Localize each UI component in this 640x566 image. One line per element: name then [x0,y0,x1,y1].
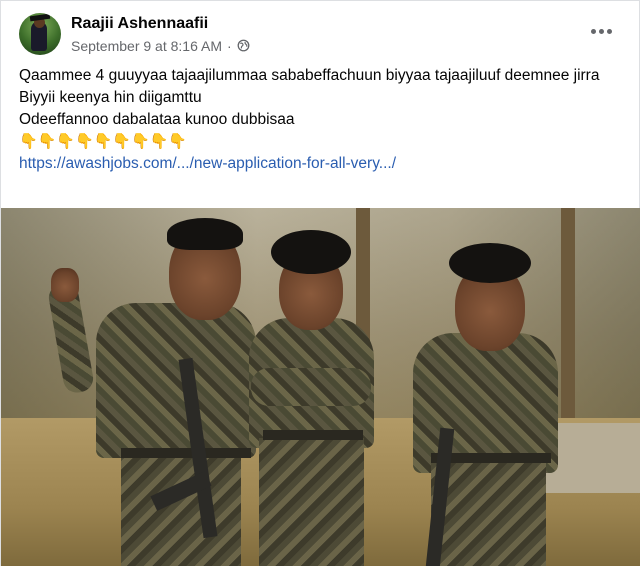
post-photo[interactable] [1,208,640,566]
post-card: Raajii Ashennaafii September 9 at 8:16 A… [0,0,640,566]
globe-icon[interactable] [237,39,250,52]
soldier-legs [259,438,364,566]
soldier-belt [263,430,363,440]
post-text: Qaammee 4 guuyyaa tajaajilummaa sababeff… [19,65,629,175]
post-line-3: Odeeffannoo dabalataa kunoo dubbisaa [19,111,295,128]
separator-dot: · [226,37,232,54]
soldier-hair [167,218,243,250]
more-options-icon[interactable] [587,21,615,41]
soldier-uniform [413,333,558,473]
soldier-hair [449,243,531,283]
author-avatar[interactable] [19,13,61,55]
post-header: Raajii Ashennaafii September 9 at 8:16 A… [19,11,250,57]
post-link[interactable]: https://awashjobs.com/.../new-applicatio… [19,155,396,172]
pointing-down-emoji-row: 👇👇👇👇👇👇👇👇👇 [19,133,188,150]
post-meta: Raajii Ashennaafii September 9 at 8:16 A… [71,14,250,55]
soldier-belt [121,448,251,458]
soldier-legs [121,453,241,566]
post-line-2: Biyyii keenya hin diigamttu [19,89,202,106]
more-dot [598,28,604,34]
more-dot [606,28,612,34]
author-name[interactable]: Raajii Ashennaafii [71,14,250,34]
post-line-1: Qaammee 4 guuyyaa tajaajilummaa sababeff… [19,67,600,84]
post-subline: September 9 at 8:16 AM · [71,37,250,55]
soldier-uniform [96,303,256,458]
soldier-crossed-arms [251,368,371,406]
soldier-hair [271,230,351,274]
post-timestamp[interactable]: September 9 at 8:16 AM [71,37,222,55]
photo-pole [561,208,575,448]
more-dot [590,28,596,34]
soldier-hand [51,268,79,302]
